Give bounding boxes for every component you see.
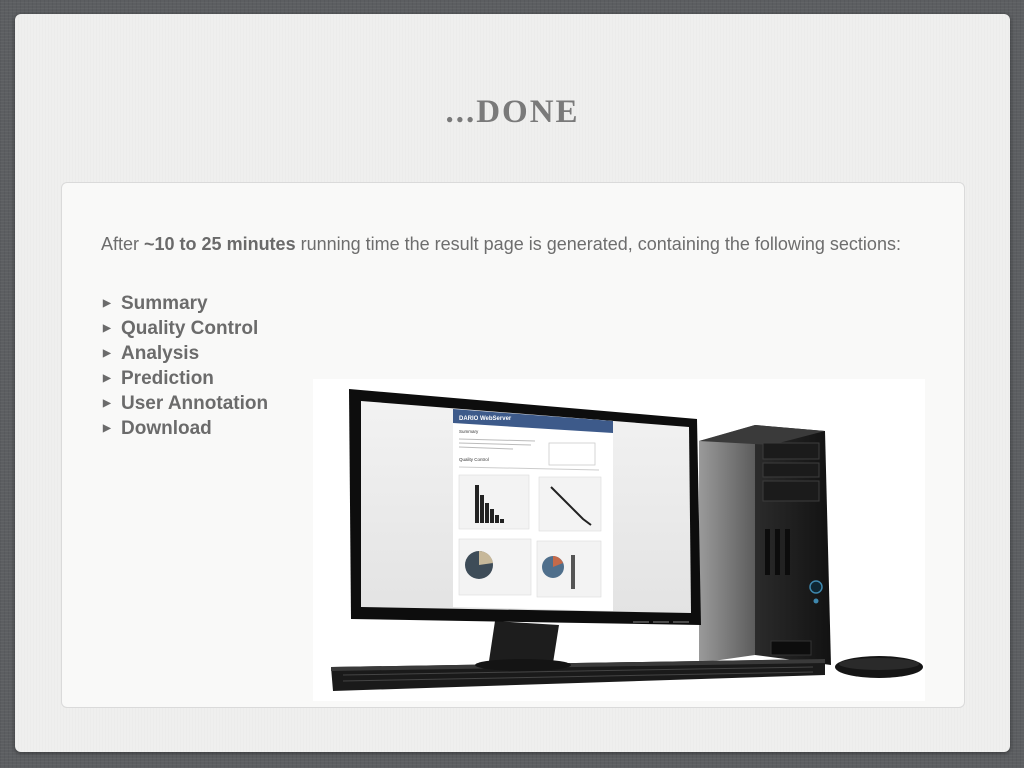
section-label: Analysis [121,343,200,364]
screen-summary-heading: Summary [459,429,479,434]
triangle-right-icon: ▶ [103,323,111,334]
intro-prefix: After [101,234,145,254]
section-label: Summary [121,293,208,314]
section-item-summary: ▶ Summary [103,291,268,316]
section-item-download: ▶ Download [103,416,268,441]
pc-tower [699,425,831,665]
screen-brand: DARIO WebServer [459,416,512,422]
section-item-analysis: ▶ Analysis [103,341,268,366]
triangle-right-icon: ▶ [103,298,111,309]
triangle-right-icon: ▶ [103,423,111,434]
section-label: Download [121,418,212,439]
intro-text: After ~10 to 25 minutes running time the… [101,231,931,257]
triangle-right-icon: ▶ [103,398,111,409]
content-panel: After ~10 to 25 minutes running time the… [61,182,965,708]
screen-qc-heading: Quality Control [459,457,489,462]
section-item-quality-control: ▶ Quality Control [103,316,268,341]
screen-webpage: DARIO WebServer Summary Quality Control [453,409,613,611]
intro-suffix: running time the result page is generate… [295,234,901,254]
keyboard [331,659,825,691]
computer-photo: DARIO WebServer Summary Quality Control [313,379,925,701]
section-label: Prediction [121,368,214,389]
section-list: ▶ Summary ▶ Quality Control ▶ Analysis ▶ Pre… [103,291,268,441]
slide-title: ...DONE [445,94,580,130]
triangle-right-icon: ▶ [103,373,111,384]
desktop-computer-illustration: DARIO WebServer Summary Quality Control [331,389,923,691]
slide: ...DONE After ~10 to 25 minutes running … [15,14,1010,752]
intro-highlight: ~10 to 25 minutes [144,234,296,254]
section-label: User Annotation [121,393,269,414]
section-label: Quality Control [121,318,259,339]
section-item-prediction: ▶ Prediction [103,366,268,391]
monitor-stand [475,621,571,671]
section-item-user-annotation: ▶ User Annotation [103,391,268,416]
triangle-right-icon: ▶ [103,348,111,359]
